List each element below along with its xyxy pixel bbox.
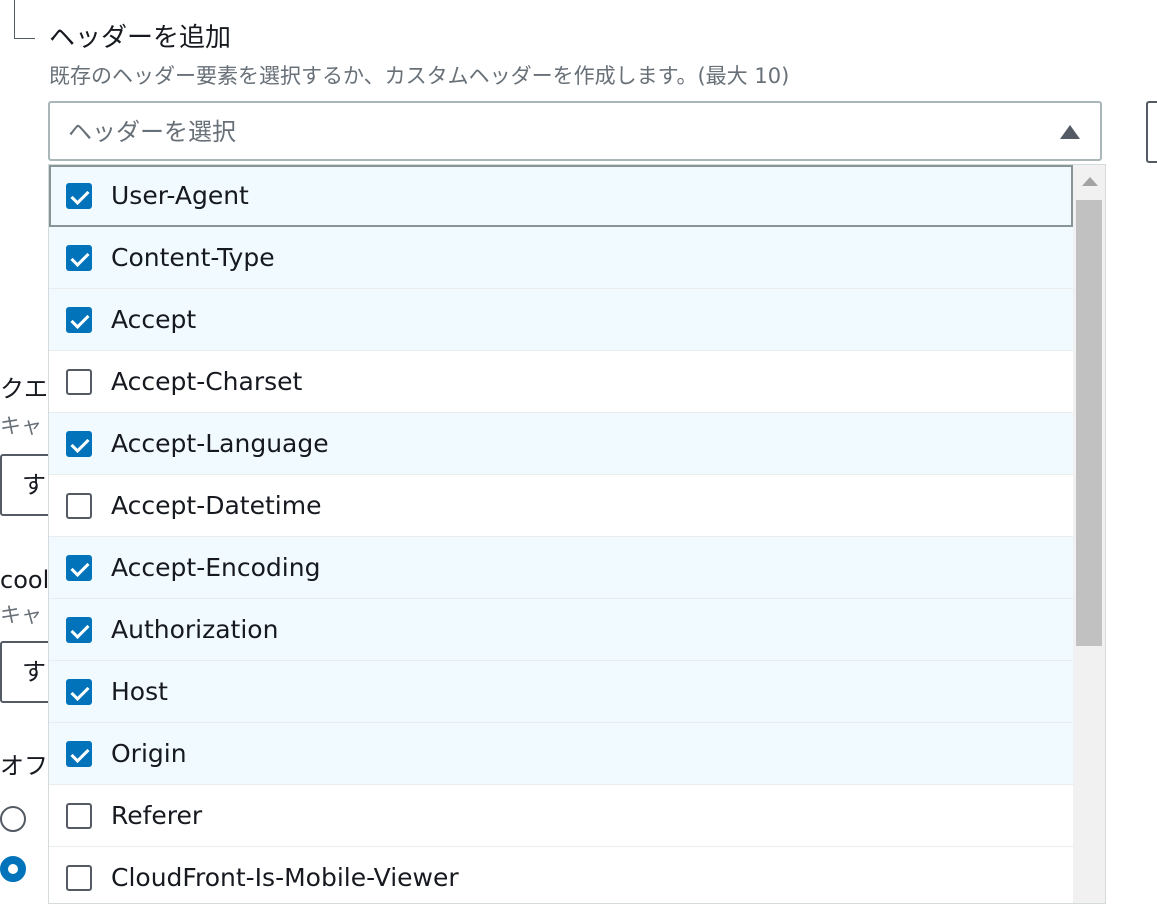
- checkbox-checked-icon[interactable]: [66, 617, 92, 643]
- cookie-description: キャ: [0, 603, 42, 627]
- section-title: ヘッダーを追加: [49, 23, 232, 53]
- header-option[interactable]: Origin: [49, 723, 1073, 785]
- add-custom-header-button[interactable]: [1146, 101, 1157, 163]
- query-string-value: す: [22, 471, 46, 499]
- radio-option-2[interactable]: [0, 856, 26, 882]
- query-string-description: キャ: [0, 414, 42, 438]
- header-option[interactable]: Accept-Datetime: [49, 475, 1073, 537]
- checkbox-checked-icon[interactable]: [66, 555, 92, 581]
- header-option-label: Host: [111, 677, 168, 706]
- caret-up-icon: [1060, 125, 1080, 139]
- header-option-label: Authorization: [111, 615, 279, 644]
- options-label: オフ: [0, 752, 48, 780]
- tree-connector-line: [14, 0, 35, 39]
- header-option[interactable]: Accept-Language: [49, 413, 1073, 475]
- header-option-label: Accept-Datetime: [111, 491, 322, 520]
- checkbox-unchecked-icon[interactable]: [66, 865, 92, 891]
- header-option-label: Referer: [111, 801, 203, 830]
- cookie-label: cool: [0, 566, 50, 594]
- checkbox-checked-icon[interactable]: [66, 741, 92, 767]
- header-option-label: User-Agent: [111, 181, 249, 210]
- header-option-label: Accept-Charset: [111, 367, 303, 396]
- checkbox-unchecked-icon[interactable]: [66, 369, 92, 395]
- checkbox-unchecked-icon[interactable]: [66, 803, 92, 829]
- header-option-label: Accept-Language: [111, 429, 329, 458]
- header-option-label: Origin: [111, 739, 187, 768]
- header-option-label: CloudFront-Is-Mobile-Viewer: [111, 863, 459, 892]
- select-placeholder: ヘッダーを選択: [68, 118, 236, 146]
- header-option[interactable]: Content-Type: [49, 227, 1073, 289]
- section-description: 既存のヘッダー要素を選択するか、カスタムヘッダーを作成します。(最大 10): [49, 64, 790, 88]
- header-option-label: Accept: [111, 305, 197, 334]
- checkbox-checked-icon[interactable]: [66, 431, 92, 457]
- header-option[interactable]: Accept-Charset: [49, 351, 1073, 413]
- checkbox-checked-icon[interactable]: [66, 245, 92, 271]
- dropdown-scrollbar[interactable]: [1073, 165, 1105, 903]
- query-string-label: クエ: [0, 375, 48, 403]
- checkbox-checked-icon[interactable]: [66, 679, 92, 705]
- checkbox-checked-icon[interactable]: [66, 183, 92, 209]
- header-option[interactable]: Accept-Encoding: [49, 537, 1073, 599]
- cookie-value: す: [22, 658, 46, 686]
- header-option[interactable]: Authorization: [49, 599, 1073, 661]
- checkbox-checked-icon[interactable]: [66, 307, 92, 333]
- header-option[interactable]: Accept: [49, 289, 1073, 351]
- header-option[interactable]: Referer: [49, 785, 1073, 847]
- header-option[interactable]: CloudFront-Is-Mobile-Viewer: [49, 847, 1073, 903]
- scrollbar-thumb[interactable]: [1076, 200, 1102, 646]
- header-option-label: Accept-Encoding: [111, 553, 321, 582]
- scroll-up-arrow-icon[interactable]: [1082, 177, 1098, 186]
- header-option[interactable]: Host: [49, 661, 1073, 723]
- checkbox-unchecked-icon[interactable]: [66, 493, 92, 519]
- header-options-dropdown: CloudFront-Is-Mobile-Viewer Referer Origin…: [48, 164, 1106, 904]
- header-select[interactable]: ヘッダーを選択: [48, 101, 1102, 161]
- header-option[interactable]: User-Agent: [49, 165, 1073, 227]
- radio-option-1[interactable]: [0, 806, 26, 832]
- header-option-label: Content-Type: [111, 243, 275, 272]
